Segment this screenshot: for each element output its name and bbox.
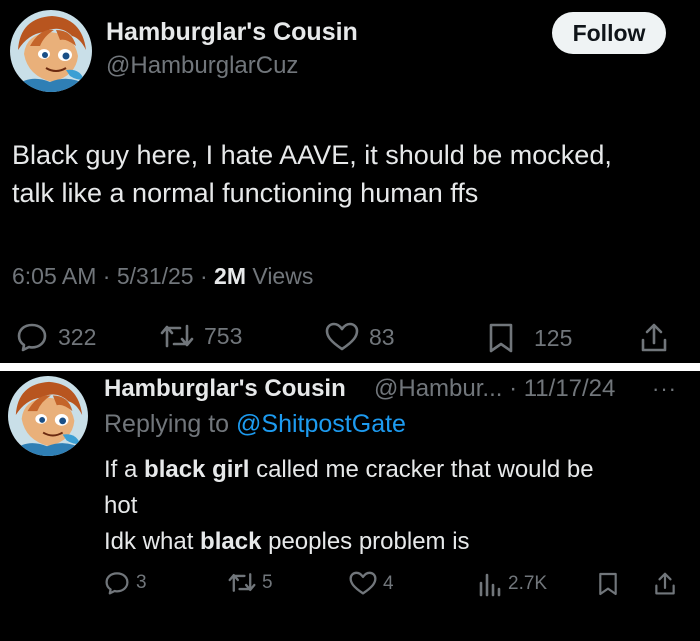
avatar-cartoon-icon	[10, 10, 92, 92]
mention-link[interactable]: @ShitpostGate	[236, 410, 406, 438]
reply-button[interactable]: 322	[16, 322, 96, 352]
text-segment: If a	[104, 456, 145, 483]
tweet-text-line: Idk what black peoples problem is	[104, 524, 684, 560]
replying-to: Replying to @ShitpostGate	[104, 410, 406, 439]
user-handle[interactable]: @HamburglarCuz	[106, 52, 298, 80]
tweet-time[interactable]: 6:05 AM	[12, 263, 96, 289]
like-count: 83	[369, 323, 395, 350]
avatar[interactable]	[8, 376, 88, 456]
like-button[interactable]: 83	[325, 322, 395, 352]
reply-count: 322	[58, 323, 97, 350]
repost-count: 753	[204, 322, 243, 349]
tweet-text: If a black girl called me cracker that w…	[104, 452, 684, 560]
screenshot-divider	[0, 363, 700, 371]
repost-button[interactable]: 5	[228, 571, 273, 594]
views-button[interactable]: 2.7K	[478, 571, 547, 597]
reply-button[interactable]: 3	[104, 571, 147, 595]
reply-icon	[105, 572, 129, 595]
replying-to-label: Replying to	[104, 410, 230, 438]
display-name[interactable]: Hamburglar's Cousin	[106, 18, 358, 47]
share-button[interactable]	[640, 322, 668, 354]
like-icon	[325, 322, 359, 351]
user-handle-date[interactable]: @Hambur... · 11/17/24	[374, 375, 615, 403]
tweet-date[interactable]: 5/31/25	[117, 263, 194, 289]
share-icon	[641, 323, 667, 352]
reply-count: 3	[136, 572, 147, 593]
avatar[interactable]	[10, 10, 92, 92]
share-button[interactable]	[654, 571, 676, 597]
highlighted-text: black	[200, 528, 262, 555]
tweet-text-line: If a black girl called me cracker that w…	[104, 452, 684, 488]
tweet-card-main: Hamburglar's Cousin @HamburglarCuz Follo…	[0, 0, 700, 363]
share-icon	[655, 572, 675, 595]
views-count: 2.7K	[508, 573, 548, 594]
like-icon	[349, 571, 377, 595]
tweet-text-line: Black guy here, I hate AAVE, it should b…	[12, 140, 612, 170]
repost-icon	[228, 573, 256, 592]
views-count: 2M	[214, 263, 246, 289]
bookmark-icon	[489, 323, 513, 353]
text-segment: called me cracker that would be	[249, 456, 594, 483]
tweet-text-line: talk like a normal functioning human ffs	[12, 178, 479, 208]
repost-button[interactable]: 753	[160, 322, 242, 350]
bookmark-count: 125	[534, 324, 573, 351]
avatar-cartoon-icon	[8, 376, 88, 456]
like-count: 4	[383, 572, 394, 594]
reply-icon	[17, 323, 47, 352]
repost-icon	[160, 324, 194, 348]
separator: ·	[102, 263, 117, 289]
bookmark-button[interactable]: 125	[488, 322, 572, 354]
text-segment: peoples problem is	[261, 528, 470, 555]
tweet-text: Black guy here, I hate AAVE, it should b…	[12, 136, 612, 212]
more-options-button[interactable]: ···	[652, 376, 677, 402]
views-label: Views	[252, 263, 314, 289]
repost-count: 5	[262, 571, 273, 593]
follow-button[interactable]: Follow	[552, 12, 666, 54]
views-icon	[479, 573, 501, 597]
bookmark-button[interactable]	[598, 571, 618, 597]
like-button[interactable]: 4	[349, 571, 394, 596]
bookmark-icon	[599, 572, 617, 596]
display-name[interactable]: Hamburglar's Cousin	[104, 375, 346, 403]
tweet-metadata: 6:05 AM · 5/31/25 · 2M Views	[12, 263, 313, 290]
text-segment: Idk what	[104, 528, 201, 555]
separator: ·	[199, 263, 215, 289]
highlighted-text: black girl	[144, 456, 250, 483]
tweet-text-line: hot	[104, 492, 138, 519]
